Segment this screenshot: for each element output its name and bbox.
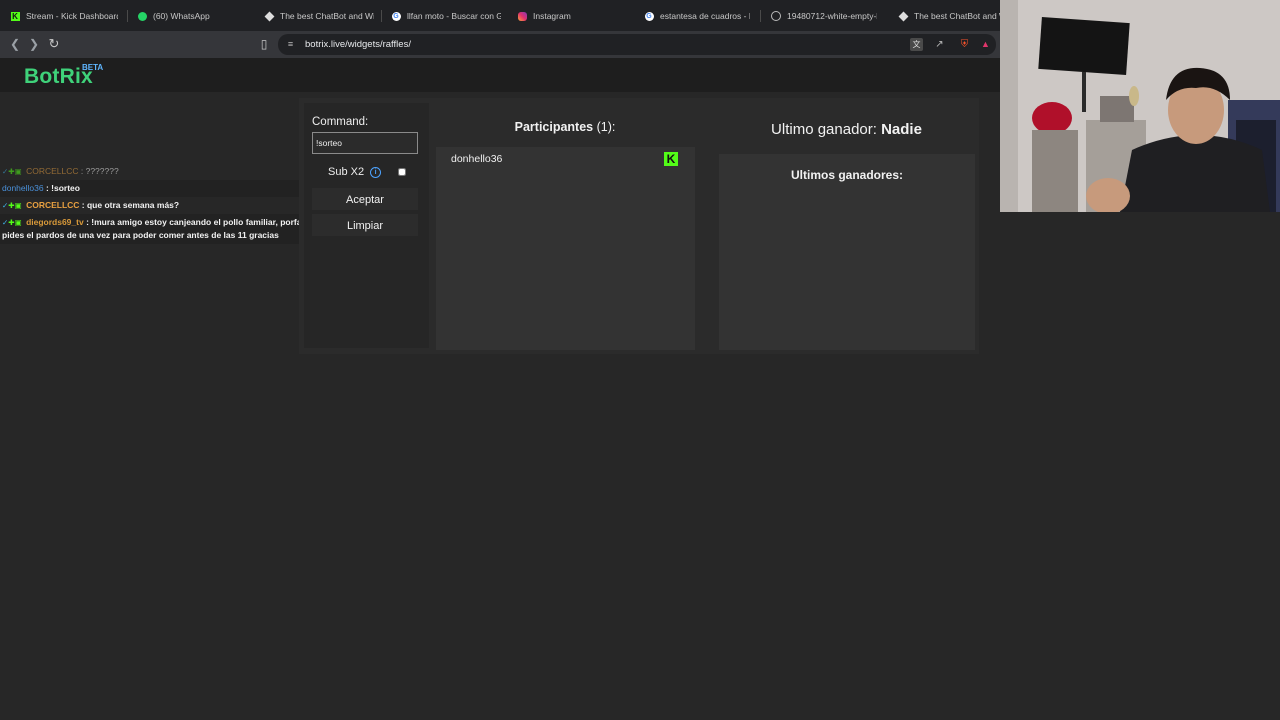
tab-label: Instagram bbox=[533, 11, 571, 21]
share-icon[interactable]: ↗ bbox=[933, 38, 946, 51]
forward-icon[interactable]: ❯ bbox=[27, 37, 41, 51]
chat-text: !sorteo bbox=[51, 183, 80, 193]
webcam-image bbox=[1000, 0, 1280, 212]
command-input[interactable] bbox=[312, 132, 418, 154]
browser-tab[interactable]: (60) WhatsApp bbox=[137, 8, 247, 24]
browser-tab-bar: K Stream - Kick Dashboard (60) WhatsApp … bbox=[0, 0, 1000, 31]
tab-divider bbox=[381, 10, 382, 22]
kick-icon: K bbox=[10, 11, 20, 21]
chat-badges-icon: ✓✚▣ bbox=[2, 167, 22, 176]
clear-button[interactable]: Limpiar bbox=[312, 214, 418, 236]
accept-button[interactable]: Aceptar bbox=[312, 188, 418, 210]
info-icon[interactable]: i bbox=[370, 166, 382, 178]
chat-username[interactable]: CORCELLCC bbox=[26, 200, 79, 210]
browser-tab[interactable]: The best ChatBot and Widgets bbox=[264, 8, 374, 24]
whatsapp-icon bbox=[137, 11, 147, 21]
google-icon: G bbox=[644, 11, 654, 21]
browser-tab[interactable]: The best ChatBot and Wi bbox=[898, 8, 1000, 24]
url-text: botrix.live/widgets/raffles/ bbox=[305, 39, 411, 50]
sub-x2-checkbox[interactable] bbox=[398, 168, 406, 176]
browser-toolbar: ❮ ❯ ↻ ▯ ≡ botrix.live/widgets/raffles/ 文… bbox=[0, 31, 1000, 58]
kick-icon: K bbox=[664, 152, 678, 166]
participants-list: donhello36 K bbox=[436, 147, 695, 350]
tab-divider bbox=[127, 10, 128, 22]
chat-badges-icon: ✓✚▣ bbox=[2, 218, 22, 227]
instagram-icon bbox=[517, 11, 527, 21]
botrix-icon bbox=[264, 11, 274, 21]
browser-tab[interactable]: G estantesa de cuadros - Buscar bbox=[644, 8, 750, 24]
chat-message: ✓✚▣ diegords69_tv : !mura amigo estoy ca… bbox=[0, 214, 310, 244]
google-icon: G bbox=[391, 11, 401, 21]
browser-tab[interactable]: K Stream - Kick Dashboard bbox=[10, 8, 118, 24]
participants-count: (1): bbox=[596, 120, 616, 134]
participants-title: Participantes (1): bbox=[436, 120, 694, 134]
command-label: Command: bbox=[312, 116, 369, 128]
last-winners-panel: Ultimos ganadores: bbox=[719, 154, 975, 350]
browser-tab[interactable]: 19480712-white-empty-b bbox=[771, 8, 877, 24]
site-settings-icon[interactable]: ≡ bbox=[284, 38, 297, 51]
sub-x2-option: Sub X2 i bbox=[328, 166, 382, 178]
tab-divider bbox=[760, 10, 761, 22]
tab-label: The best ChatBot and Widgets bbox=[280, 11, 374, 21]
tab-label: 19480712-white-empty-b bbox=[787, 11, 877, 21]
globe-icon bbox=[771, 11, 781, 21]
last-winner-label: Ultimo ganador: bbox=[771, 121, 877, 138]
brave-shield-icon[interactable]: ⛨ bbox=[958, 38, 971, 51]
chat-username[interactable]: donhello36 bbox=[2, 183, 44, 193]
chat-text: ??????? bbox=[85, 166, 119, 176]
tab-label: (60) WhatsApp bbox=[153, 11, 210, 21]
participants-label: Participantes bbox=[514, 120, 594, 134]
chat-message: ✓✚▣ CORCELLCC : ??????? bbox=[2, 166, 119, 176]
app-header: BotRix BETA bbox=[0, 58, 1000, 92]
chat-username[interactable]: CORCELLCC bbox=[26, 166, 78, 176]
last-winner-title: Ultimo ganador: Nadie bbox=[718, 121, 975, 138]
brave-rewards-icon[interactable]: ▲ bbox=[979, 38, 992, 51]
tab-label: llfan moto - Buscar con Google bbox=[407, 11, 501, 21]
beta-badge: BETA bbox=[82, 63, 104, 72]
chat-message: ✓✚▣ CORCELLCC : que otra semana más? bbox=[2, 200, 180, 210]
translate-icon[interactable]: 文 bbox=[910, 38, 923, 51]
chat-text: que otra semana más? bbox=[86, 200, 180, 210]
browser-tab[interactable]: Instagram bbox=[517, 8, 627, 24]
botrix-icon bbox=[898, 11, 908, 21]
chat-badges-icon: ✓✚▣ bbox=[2, 201, 22, 210]
webcam-overlay bbox=[1000, 0, 1280, 212]
chat-overlay: ✓✚▣ CORCELLCC : ??????? donhello36 : !so… bbox=[0, 163, 310, 244]
browser-tab[interactable]: G llfan moto - Buscar con Google bbox=[391, 8, 501, 24]
address-bar[interactable]: ≡ botrix.live/widgets/raffles/ 文 ↗ ⛨ ▲ bbox=[278, 34, 996, 55]
reload-icon[interactable]: ↻ bbox=[47, 37, 61, 51]
sub-x2-label: Sub X2 bbox=[328, 166, 365, 178]
tab-label: estantesa de cuadros - Buscar bbox=[660, 11, 750, 21]
back-icon[interactable]: ❮ bbox=[8, 37, 22, 51]
last-winners-label: Ultimos ganadores: bbox=[790, 168, 904, 182]
participant-name[interactable]: donhello36 bbox=[451, 153, 502, 165]
chat-message: donhello36 : !sorteo bbox=[0, 180, 310, 197]
bookmark-icon[interactable]: ▯ bbox=[257, 37, 271, 51]
tab-label: Stream - Kick Dashboard bbox=[26, 11, 118, 21]
last-winner-value: Nadie bbox=[881, 121, 922, 138]
chat-username[interactable]: diegords69_tv bbox=[26, 217, 84, 227]
tab-label: The best ChatBot and Wi bbox=[914, 11, 1000, 21]
